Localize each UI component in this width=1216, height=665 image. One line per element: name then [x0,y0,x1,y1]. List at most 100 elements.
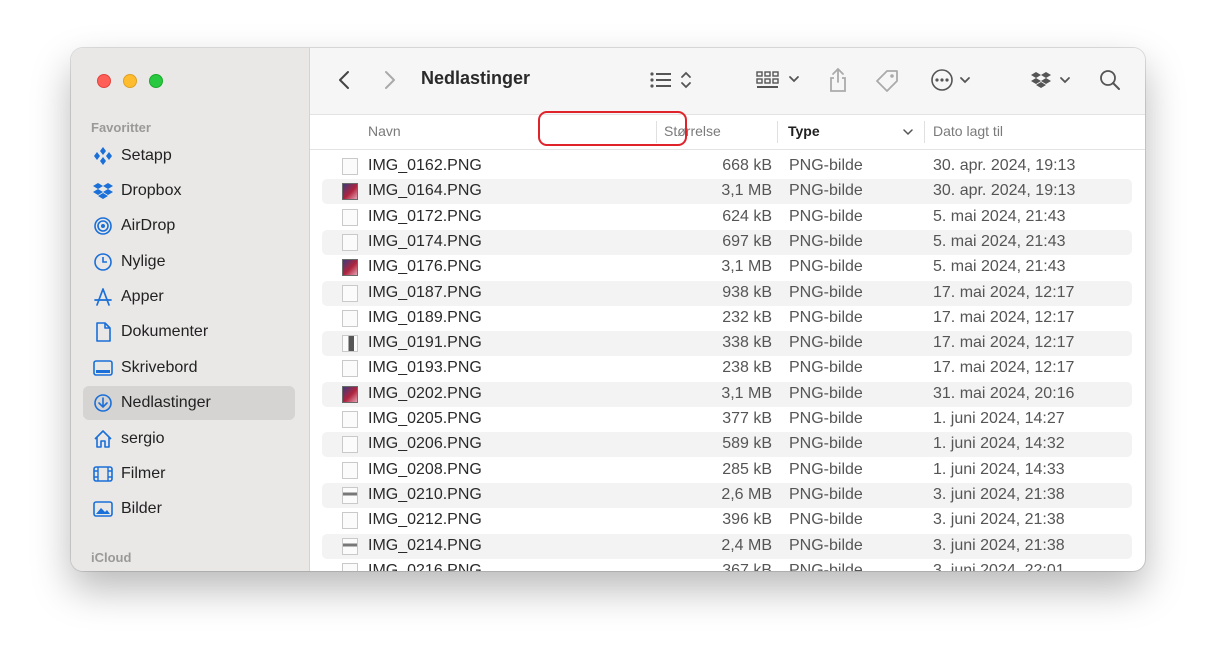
sidebar-item-apper[interactable]: Apper [83,280,295,314]
file-thumbnail-icon [342,537,358,555]
file-name: IMG_0212.PNG [368,511,482,529]
minimize-button[interactable] [123,74,137,88]
finder-window: Favoritter Setapp Dropbox AirDrop Nylige [71,48,1145,571]
table-row[interactable]: IMG_0191.PNG 338 kB PNG-bilde 17. mai 2024,… [322,331,1132,357]
file-type: PNG-bilde [789,485,863,503]
file-name: IMG_0189.PNG [368,308,482,326]
forward-icon[interactable] [380,68,400,92]
file-thumbnail-icon [342,461,358,479]
table-row[interactable]: IMG_0189.PNG 232 kB PNG-bilde 17. mai 2024,… [322,306,1132,331]
search-icon[interactable] [1098,68,1122,92]
table-row[interactable]: IMG_0193.PNG 238 kB PNG-bilde 17. mai 2024,… [322,356,1132,381]
group-icon[interactable] [754,68,802,92]
file-name: IMG_0174.PNG [368,232,482,250]
file-date: 17. mai 2024, 12:17 [933,308,1075,326]
list-view-icon[interactable] [648,68,698,92]
file-type: PNG-bilde [789,182,863,200]
sidebar-item-dropbox[interactable]: Dropbox [83,174,295,208]
file-date: 1. juni 2024, 14:33 [933,460,1065,478]
file-name: IMG_0214.PNG [368,536,482,554]
file-type: PNG-bilde [789,308,863,326]
file-type: PNG-bilde [789,157,863,174]
file-size: 238 kB [722,359,772,377]
file-type: PNG-bilde [789,207,863,225]
sidebar-item-nylige[interactable]: Nylige [83,245,295,279]
table-row[interactable]: IMG_0164.PNG 3,1 MB PNG-bilde 30. apr. 2024… [322,179,1132,205]
dropbox-icon[interactable] [1030,68,1074,92]
file-date: 5. mai 2024, 21:43 [933,232,1066,250]
column-divider[interactable] [777,121,778,143]
file-date: 30. apr. 2024, 19:13 [933,182,1076,200]
table-row[interactable]: IMG_0210.PNG 2,6 MB PNG-bilde 3. juni 2024,… [322,482,1132,508]
file-name: IMG_0187.PNG [368,283,482,301]
table-row[interactable]: IMG_0187.PNG 938 kB PNG-bilde 17. mai 2024,… [322,280,1132,306]
table-row[interactable]: IMG_0212.PNG 396 kB PNG-bilde 3. juni 2024,… [322,508,1132,533]
file-type: PNG-bilde [789,435,863,453]
sidebar-item-skrivebord[interactable]: Skrivebord [83,351,295,385]
file-type: PNG-bilde [789,561,863,571]
tag-icon[interactable] [874,68,900,94]
clock-icon [93,252,113,272]
back-icon[interactable] [334,68,354,92]
zoom-button[interactable] [149,74,163,88]
close-button[interactable] [97,74,111,88]
file-name: IMG_0164.PNG [368,182,482,200]
table-row[interactable]: IMG_0208.PNG 285 kB PNG-bilde 1. juni 2024,… [322,458,1132,483]
file-name: IMG_0210.PNG [368,485,482,503]
file-name: IMG_0202.PNG [368,384,482,402]
file-date: 1. juni 2024, 14:32 [933,435,1065,453]
file-name: IMG_0162.PNG [368,157,482,174]
column-date-header[interactable]: Dato lagt til [933,123,1003,139]
sidebar-item-filmer[interactable]: Filmer [83,457,295,491]
file-thumbnail-icon [342,233,358,251]
file-size: 668 kB [722,157,772,174]
file-size: 338 kB [722,334,772,352]
column-divider[interactable] [924,121,925,143]
sidebar-item-label: Apper [121,288,164,305]
file-thumbnail-icon [342,411,358,428]
file-date: 3. juni 2024, 21:38 [933,485,1065,503]
file-size: 2,6 MB [721,485,772,503]
sidebar-item-setapp[interactable]: Setapp [83,139,295,173]
table-row[interactable]: IMG_0202.PNG 3,1 MB PNG-bilde 31. mai 2024,… [322,381,1132,407]
file-name: IMG_0205.PNG [368,410,482,427]
file-type: PNG-bilde [789,283,863,301]
window-controls [97,74,163,88]
file-name: IMG_0193.PNG [368,359,482,377]
file-size: 232 kB [722,308,772,326]
file-type: PNG-bilde [789,536,863,554]
file-thumbnail-icon [342,335,358,353]
file-list[interactable]: IMG_0162.PNG 668 kB PNG-bilde 30. apr. 2024… [310,149,1145,571]
table-row[interactable]: IMG_0206.PNG 589 kB PNG-bilde 1. juni 2024,… [322,432,1132,458]
table-row[interactable]: IMG_0174.PNG 697 kB PNG-bilde 5. mai 2024, … [322,229,1132,255]
table-row[interactable]: IMG_0214.PNG 2,4 MB PNG-bilde 3. juni 2024,… [322,533,1132,559]
sidebar-item-label: Filmer [121,465,166,482]
more-icon[interactable] [929,68,975,92]
file-date: 5. mai 2024, 21:43 [933,258,1066,276]
file-thumbnail-icon [342,284,358,302]
sidebar-item-airdrop[interactable]: AirDrop [83,209,295,243]
file-date: 5. mai 2024, 21:43 [933,207,1066,225]
file-thumbnail-icon [342,486,358,504]
sidebar-item-bilder[interactable]: Bilder [83,492,295,526]
file-thumbnail-icon [342,360,358,378]
dropbox-icon [93,181,113,201]
table-row[interactable]: IMG_0216.PNG 367 kB PNG-bilde 3. juni 2024,… [322,559,1132,571]
desktop-icon [93,358,113,378]
sidebar-section-favoritter: Favoritter [91,120,151,135]
table-row[interactable]: IMG_0172.PNG 624 kB PNG-bilde 5. mai 2024, … [322,205,1132,230]
table-row[interactable]: IMG_0205.PNG 377 kB PNG-bilde 1. juni 2024,… [322,407,1132,432]
column-type-header[interactable]: Type [788,123,820,139]
apps-icon [93,287,113,307]
column-name-header[interactable]: Navn [368,123,401,139]
file-name: IMG_0191.PNG [368,334,482,352]
sidebar-item-label: Nylige [121,253,166,270]
table-row[interactable]: IMG_0162.PNG 668 kB PNG-bilde 30. apr. 2024… [322,154,1132,179]
sidebar-item-sergio[interactable]: sergio [83,422,295,456]
file-type: PNG-bilde [789,359,863,377]
sidebar-item-label: Bilder [121,500,162,517]
sidebar-item-dokumenter[interactable]: Dokumenter [83,315,295,349]
table-row[interactable]: IMG_0176.PNG 3,1 MB PNG-bilde 5. mai 2024, … [322,255,1132,280]
share-icon[interactable] [826,66,850,94]
sidebar-item-nedlastinger[interactable]: Nedlastinger [83,386,295,420]
